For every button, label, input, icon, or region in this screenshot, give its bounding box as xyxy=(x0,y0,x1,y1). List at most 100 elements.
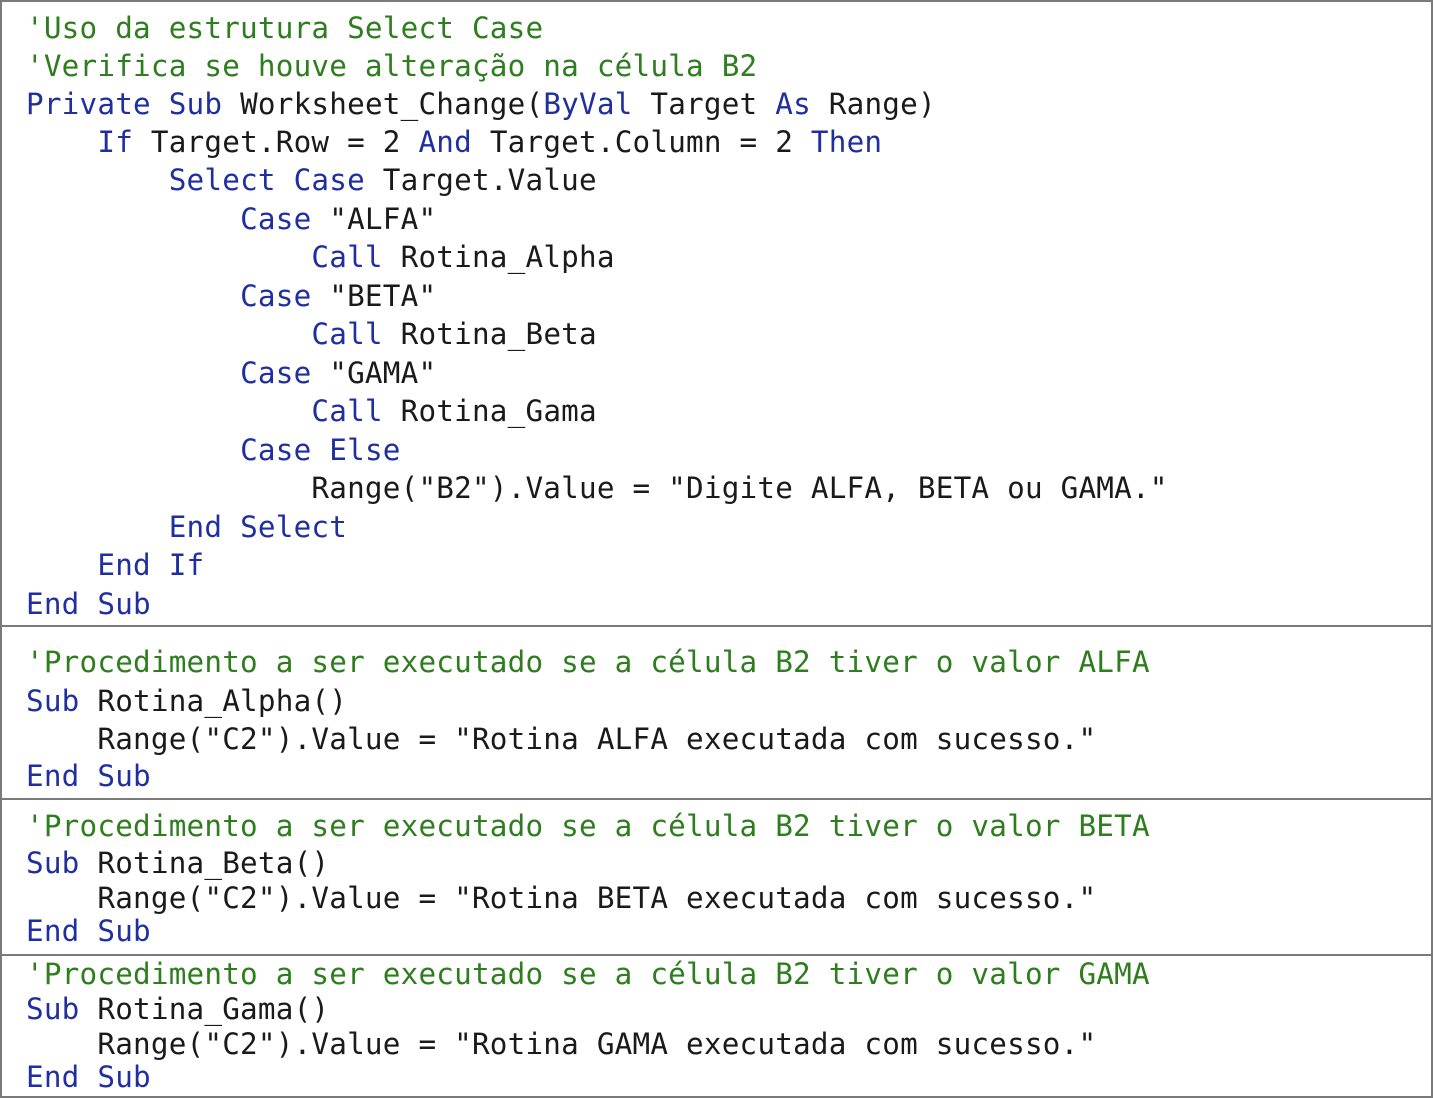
code-line: If Target.Row = 2 And Target.Column = 2 … xyxy=(26,124,882,160)
code-line: 'Uso da estrutura Select Case xyxy=(26,10,543,46)
code-keyword: Sub xyxy=(26,992,80,1026)
code-line: End Sub xyxy=(26,913,151,949)
code-keyword: End xyxy=(26,759,80,793)
code-line: Range("B2").Value = "Digite ALFA, BETA o… xyxy=(26,470,1168,506)
code-keyword: If xyxy=(97,125,134,159)
code-keyword: Select xyxy=(168,163,276,197)
code-keyword: And xyxy=(418,125,472,159)
code-keyword: Case xyxy=(240,279,312,313)
code-keyword: If xyxy=(168,548,205,582)
code-line: Range("C2").Value = "Rotina GAMA executa… xyxy=(26,1026,1096,1062)
code-text: Range("B2").Value = "Digite ALFA, BETA o… xyxy=(26,471,1168,505)
code-keyword: Case xyxy=(240,433,312,467)
code-line: 'Procedimento a ser executado se a célul… xyxy=(26,644,1150,680)
code-text: "GAMA" xyxy=(311,356,437,390)
code-line: 'Verifica se houve alteração na célula B… xyxy=(26,48,757,84)
code-keyword: Case xyxy=(240,202,312,236)
code-block-1: 'Uso da estrutura Select Case 'Verifica s… xyxy=(4,2,1429,627)
code-line: End Select xyxy=(26,509,347,545)
code-line: End Sub xyxy=(26,1059,151,1095)
code-keyword: ByVal xyxy=(543,87,633,121)
code-keyword: Else xyxy=(329,433,401,467)
code-line: Sub Rotina_Alpha() xyxy=(26,683,347,719)
code-keyword: Call xyxy=(311,240,383,274)
code-line: Sub Rotina_Gama() xyxy=(26,991,329,1027)
code-line: Call Rotina_Beta xyxy=(26,316,597,352)
code-text: "BETA" xyxy=(311,279,437,313)
code-block-4: 'Procedimento a ser executado se a célul… xyxy=(4,957,1429,1096)
code-text: Rotina_Alpha xyxy=(382,240,615,274)
code-line: End Sub xyxy=(26,586,151,622)
code-text: Target xyxy=(632,87,776,121)
code-keyword: Sub xyxy=(97,914,151,948)
code-line: Case Else xyxy=(26,432,401,468)
code-keyword: Sub xyxy=(97,587,151,621)
code-text: "ALFA" xyxy=(311,202,437,236)
code-keyword: Sub xyxy=(97,1060,151,1094)
code-keyword: Sub xyxy=(26,684,80,718)
code-line: Sub Rotina_Beta() xyxy=(26,845,329,881)
code-block-3: 'Procedimento a ser executado se a célul… xyxy=(4,801,1429,956)
code-keyword: Case xyxy=(240,356,312,390)
code-keyword: End xyxy=(26,587,80,621)
code-text: Range("C2").Value = "Rotina BETA executa… xyxy=(26,881,1097,915)
code-text: Range) xyxy=(810,87,936,121)
code-keyword: Then xyxy=(810,125,883,159)
code-text: Rotina_Beta xyxy=(382,317,597,351)
code-keyword: End xyxy=(97,548,151,582)
code-text: Rotina_Alpha() xyxy=(79,684,348,718)
code-text: Target.Column = 2 xyxy=(471,125,811,159)
code-text: Rotina_Beta() xyxy=(79,846,330,880)
code-comment: 'Uso da estrutura Select Case xyxy=(26,11,544,45)
code-text: Target.Value xyxy=(364,163,597,197)
code-comment: 'Procedimento a ser executado se a célul… xyxy=(26,957,1150,991)
code-text: Range("C2").Value = "Rotina ALFA executa… xyxy=(26,722,1097,756)
code-keyword: End xyxy=(168,510,223,544)
code-line: 'Procedimento a ser executado se a célul… xyxy=(26,956,1150,992)
code-listing: 'Uso da estrutura Select Case 'Verifica s… xyxy=(0,0,1433,1098)
code-line: End Sub xyxy=(26,758,151,794)
code-text: Rotina_Gama() xyxy=(79,992,330,1026)
code-comment: 'Procedimento a ser executado se a célul… xyxy=(26,809,1150,843)
code-line: Select Case Target.Value xyxy=(26,162,597,198)
code-text: Worksheet_Change( xyxy=(222,87,544,121)
code-block-2: 'Procedimento a ser executado se a célul… xyxy=(4,628,1429,800)
code-keyword: Case xyxy=(293,163,365,197)
code-line: End If xyxy=(26,547,204,583)
code-keyword: Call xyxy=(311,394,383,428)
code-keyword: Sub xyxy=(168,87,223,121)
code-comment: 'Procedimento a ser executado se a célul… xyxy=(26,645,1150,679)
code-line: Private Sub Worksheet_Change(ByVal Targe… xyxy=(26,86,936,122)
code-keyword: Private xyxy=(26,87,151,121)
code-text: Target.Row = 2 xyxy=(133,125,419,159)
code-comment: 'Verifica se houve alteração na célula B… xyxy=(26,49,758,83)
code-keyword: End xyxy=(26,914,80,948)
code-keyword: Call xyxy=(311,317,383,351)
code-keyword: End xyxy=(26,1060,80,1094)
code-line: Range("C2").Value = "Rotina BETA executa… xyxy=(26,880,1096,916)
code-keyword: Sub xyxy=(26,846,80,880)
code-line: Call Rotina_Alpha xyxy=(26,239,615,275)
code-keyword: Select xyxy=(240,510,348,544)
code-text: Rotina_Gama xyxy=(382,394,597,428)
code-line: 'Procedimento a ser executado se a célul… xyxy=(26,808,1150,844)
code-line: Case "BETA" xyxy=(26,278,436,314)
